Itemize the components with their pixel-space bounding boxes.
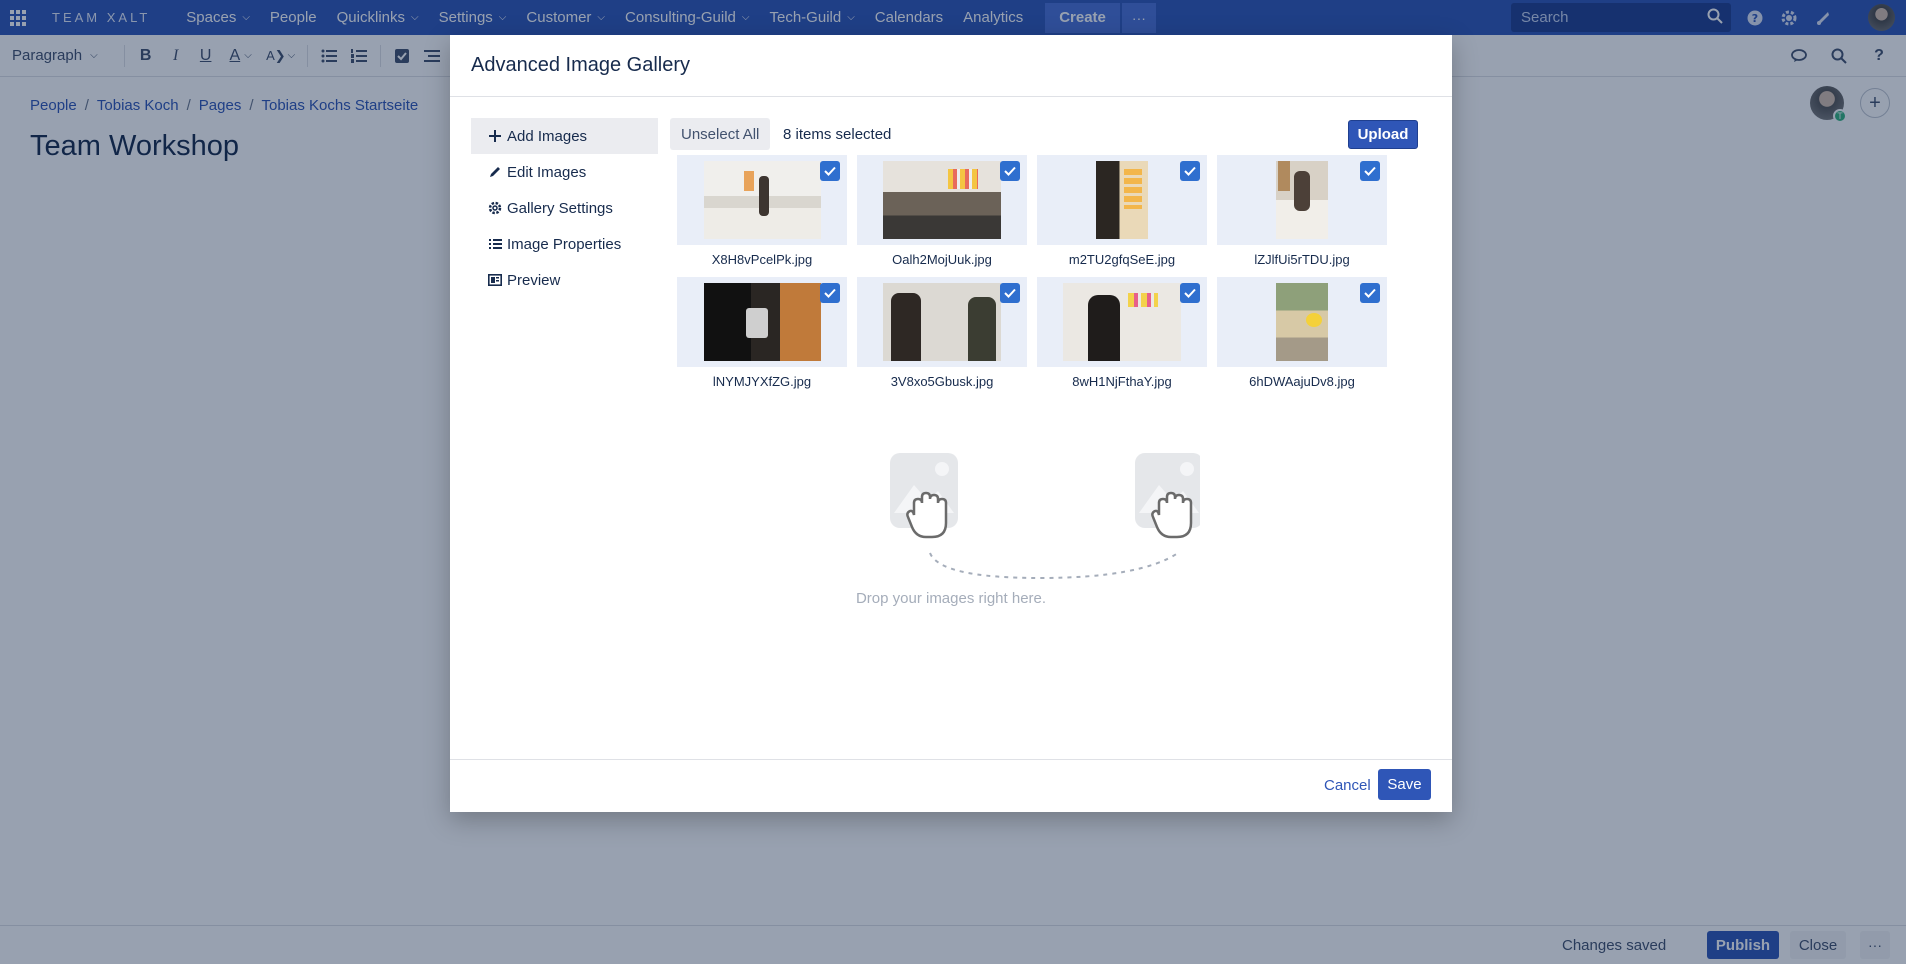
advanced-image-gallery-dialog: Advanced Image Gallery Add Images Edit I… [450,35,1452,812]
dialog-footer: Cancel Save [450,759,1452,812]
image-tile[interactable]: lNYMJYXfZG.jpg [677,277,847,399]
dialog-title: Advanced Image Gallery [450,35,1452,97]
image-filename: lZJlfUi5rTDU.jpg [1254,252,1350,267]
image-filename: Oalh2MojUuk.jpg [892,252,992,267]
unselect-all-button[interactable]: Unselect All [670,118,771,150]
image-thumbnail [704,161,821,239]
checkbox-checked-icon[interactable] [1000,283,1020,303]
image-tile[interactable]: 6hDWAajuDv8.jpg [1217,277,1387,399]
preview-icon [487,274,503,286]
image-thumbnail [1063,283,1181,361]
drop-zone-hint: Drop your images right here. [855,590,1047,607]
image-tile[interactable]: 3V8xo5Gbusk.jpg [857,277,1027,399]
checkbox-checked-icon[interactable] [820,283,840,303]
pencil-icon [487,166,503,178]
checkbox-checked-icon[interactable] [1360,161,1380,181]
gallery-toolbar: Unselect All 8 items selected Upload [670,118,1420,152]
nav-gallery-settings[interactable]: Gallery Settings [471,190,658,226]
cancel-button[interactable]: Cancel [1324,777,1371,794]
nav-add-images[interactable]: Add Images [471,118,658,154]
selected-count: 8 items selected [783,126,892,143]
nav-edit-images[interactable]: Edit Images [471,154,658,190]
upload-button[interactable]: Upload [1348,120,1418,149]
image-tile[interactable]: Oalh2MojUuk.jpg [857,155,1027,277]
image-filename: X8H8vPcelPk.jpg [711,252,813,267]
image-thumbnail [704,283,821,361]
checkbox-checked-icon[interactable] [1000,161,1020,181]
image-drop-zone[interactable] [880,443,1203,613]
drop-image-placeholder-icon [890,453,958,539]
checkbox-checked-icon[interactable] [1180,161,1200,181]
checkbox-checked-icon[interactable] [820,161,840,181]
drag-path-icon [929,552,1179,580]
image-thumbnail [1276,283,1328,361]
checkbox-checked-icon[interactable] [1180,283,1200,303]
gear-icon [487,201,503,215]
image-thumbnail [1276,161,1328,239]
image-tile[interactable]: m2TU2gfqSeE.jpg [1037,155,1207,277]
save-button[interactable]: Save [1378,769,1431,800]
image-tile[interactable]: 8wH1NjFthaY.jpg [1037,277,1207,399]
image-filename: 8wH1NjFthaY.jpg [1072,374,1172,389]
image-filename: m2TU2gfqSeE.jpg [1068,252,1176,267]
dialog-navigation: Add Images Edit Images Gallery Settings … [471,118,658,298]
image-tile[interactable]: X8H8vPcelPk.jpg [677,155,847,277]
drop-image-placeholder-icon [1135,453,1203,539]
image-filename: lNYMJYXfZG.jpg [712,374,812,389]
nav-preview[interactable]: Preview [471,262,658,298]
image-thumbnail [1096,161,1148,239]
plus-icon [487,130,503,142]
list-icon [487,238,503,250]
image-thumbnail [883,161,1001,239]
image-filename: 3V8xo5Gbusk.jpg [890,374,994,389]
image-tile[interactable]: lZJlfUi5rTDU.jpg [1217,155,1387,277]
nav-image-properties[interactable]: Image Properties [471,226,658,262]
image-filename: 6hDWAajuDv8.jpg [1249,374,1355,389]
checkbox-checked-icon[interactable] [1360,283,1380,303]
image-thumbnail [883,283,1001,361]
